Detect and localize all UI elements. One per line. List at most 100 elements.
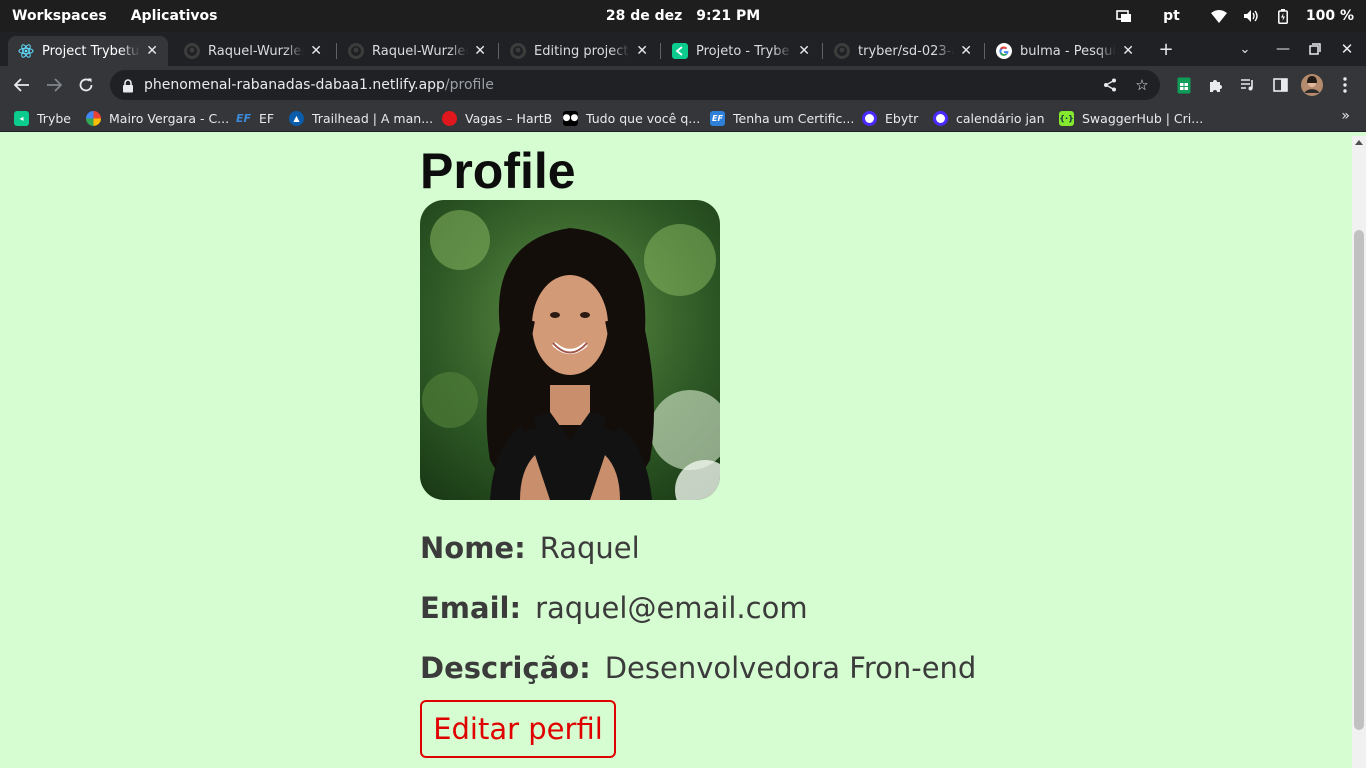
- wifi-icon[interactable]: [1210, 7, 1228, 25]
- url-host: phenomenal-rabanadas-dabaa1.netlify.app: [144, 77, 445, 93]
- avatar[interactable]: [1301, 74, 1323, 96]
- tab-google-search[interactable]: bulma - Pesquisa ✕: [986, 36, 1144, 66]
- bookmark-medium[interactable]: ●● Tudo que você q...: [563, 108, 700, 128]
- bookmark-label: Ebytr: [885, 110, 919, 126]
- name-value: Raquel: [539, 531, 640, 565]
- tab-github-1[interactable]: Raquel-Wurzler ( ✕: [174, 36, 332, 66]
- close-window-icon[interactable]: ✕: [1334, 32, 1360, 66]
- reload-button[interactable]: [73, 72, 99, 98]
- back-button[interactable]: [9, 72, 35, 98]
- tab-title: Raquel-Wurzler/: [372, 43, 469, 59]
- react-icon: [18, 43, 34, 59]
- bookmark-ebytr[interactable]: Ebytr: [862, 108, 918, 128]
- bookmark-label: Vagas – HartB: [465, 110, 553, 126]
- close-tab-icon[interactable]: ✕: [636, 43, 648, 59]
- description-value: Desenvolvedora Fron-end: [604, 651, 977, 685]
- tab-github-editing[interactable]: Editing project_ ✕: [500, 36, 658, 66]
- profile-name: Nome: Raquel: [420, 530, 640, 566]
- bookmarks-bar: ◂ Trybe Mairo Vergara - C... EF EF ▲ Tra…: [0, 104, 1366, 132]
- new-tab-button[interactable]: +: [1152, 32, 1180, 66]
- system-top-bar: Workspaces Aplicativos 28 de dez 9:21 PM…: [0, 0, 1366, 32]
- close-tab-icon[interactable]: ✕: [798, 43, 810, 59]
- close-tab-icon[interactable]: ✕: [474, 43, 486, 59]
- volume-icon[interactable]: [1242, 7, 1260, 25]
- minimize-icon[interactable]: —: [1270, 32, 1296, 66]
- description-label: Descrição:: [420, 651, 591, 685]
- profile-email: Email: raquel@email.com: [420, 590, 808, 626]
- bookmark-swaggerhub[interactable]: {·} SwaggerHub | Cri...: [1059, 108, 1203, 128]
- bookmark-label: SwaggerHub | Cri...: [1082, 110, 1204, 126]
- browser-toolbar: phenomenal-rabanadas-dabaa1.netlify.app/…: [0, 66, 1366, 104]
- trybe-icon: ◂: [14, 110, 29, 126]
- screen-share-icon[interactable]: [1115, 7, 1133, 25]
- language-indicator[interactable]: pt: [1163, 8, 1180, 24]
- medium-icon: ●●: [563, 110, 578, 126]
- restore-icon[interactable]: [1302, 32, 1328, 66]
- ef-icon: EF: [235, 111, 252, 125]
- side-panel-icon[interactable]: [1271, 76, 1289, 94]
- close-tab-icon[interactable]: ✕: [310, 43, 322, 59]
- share-icon[interactable]: [1102, 77, 1118, 93]
- edit-profile-button[interactable]: Editar perfil: [420, 700, 616, 758]
- tab-github-2[interactable]: Raquel-Wurzler/ ✕: [338, 36, 496, 66]
- tab-title: Editing project_: [534, 43, 631, 59]
- bookmark-ef[interactable]: EF EF: [236, 108, 274, 128]
- bookmark-label: Tenha um Certific...: [733, 110, 855, 126]
- chrome-web-store-icon: [86, 110, 101, 126]
- bookmark-star-icon[interactable]: ☆: [1134, 76, 1150, 94]
- close-tab-icon[interactable]: ✕: [960, 43, 972, 59]
- page-scrollbar[interactable]: [1352, 136, 1366, 768]
- workspaces-button[interactable]: Workspaces: [12, 8, 107, 24]
- scrollbar-thumb[interactable]: [1354, 230, 1364, 730]
- email-label: Email:: [420, 591, 522, 625]
- bookmark-label: Trybe: [37, 110, 71, 126]
- clock-time: 9:21 PM: [696, 8, 761, 24]
- bookmark-label: calendário jan: [956, 110, 1045, 126]
- battery-level: 100 %: [1305, 8, 1354, 24]
- tab-title: Projeto - Trybe Tu: [696, 43, 792, 59]
- chrome-menu-icon[interactable]: [1336, 76, 1354, 94]
- calendar-icon: [933, 110, 948, 126]
- profile-photo: [420, 200, 720, 500]
- tab-title: Project Trybetunes: [42, 43, 140, 59]
- bookmark-label: Mairo Vergara - C...: [109, 110, 230, 126]
- scroll-up-arrow-icon[interactable]: [1355, 140, 1363, 145]
- sheets-extension-icon[interactable]: [1175, 76, 1193, 94]
- bookmark-label: Trailhead | A man...: [312, 110, 434, 126]
- trailhead-icon: ▲: [289, 110, 304, 126]
- github-icon: [510, 43, 526, 59]
- swagger-icon: {·}: [1059, 110, 1074, 126]
- google-icon: [996, 43, 1012, 59]
- url-text: phenomenal-rabanadas-dabaa1.netlify.app/…: [144, 77, 494, 93]
- bookmark-calendario-jan[interactable]: calendário jan: [933, 108, 1045, 128]
- close-tab-icon[interactable]: ✕: [146, 43, 158, 59]
- ef-icon: EF: [710, 110, 725, 126]
- battery-icon[interactable]: [1274, 7, 1292, 25]
- bookmark-label: EF: [259, 110, 275, 126]
- lock-icon[interactable]: [122, 78, 136, 93]
- github-icon: [184, 43, 200, 59]
- more-bookmarks-icon[interactable]: »: [1341, 108, 1350, 124]
- tab-trybe-project[interactable]: Projeto - Trybe Tu ✕: [662, 36, 820, 66]
- tab-search-icon[interactable]: ⌄: [1232, 32, 1258, 66]
- close-tab-icon[interactable]: ✕: [1122, 43, 1134, 59]
- bookmark-mairo-vergara[interactable]: Mairo Vergara - C...: [86, 108, 229, 128]
- bookmark-trybe[interactable]: ◂ Trybe: [14, 108, 71, 128]
- extensions-puzzle-icon[interactable]: [1207, 76, 1225, 94]
- hartb-icon: [442, 110, 457, 126]
- email-value: raquel@email.com: [535, 591, 808, 625]
- page-content: Profile Nome: Raquel Email: raquel@email…: [0, 136, 1352, 768]
- bookmark-label: Tudo que você q...: [586, 110, 701, 126]
- profile-description: Descrição: Desenvolvedora Fron-end: [420, 650, 976, 686]
- tab-tryber-repo[interactable]: tryber/sd-023-a- ✕: [824, 36, 982, 66]
- media-control-icon[interactable]: [1239, 76, 1257, 94]
- bookmark-trailhead[interactable]: ▲ Trailhead | A man...: [289, 108, 433, 128]
- bookmark-vagas-hartb[interactable]: Vagas – HartB: [442, 108, 552, 128]
- tab-project-trybetunes[interactable]: Project Trybetunes ✕: [8, 36, 168, 66]
- bookmark-ef-certificado[interactable]: EF Tenha um Certific...: [710, 108, 854, 128]
- applications-button[interactable]: Aplicativos: [131, 8, 218, 24]
- address-bar[interactable]: phenomenal-rabanadas-dabaa1.netlify.app/…: [110, 70, 1160, 100]
- tab-title: Raquel-Wurzler (: [208, 43, 305, 59]
- github-icon: [348, 43, 364, 59]
- forward-button[interactable]: [41, 72, 67, 98]
